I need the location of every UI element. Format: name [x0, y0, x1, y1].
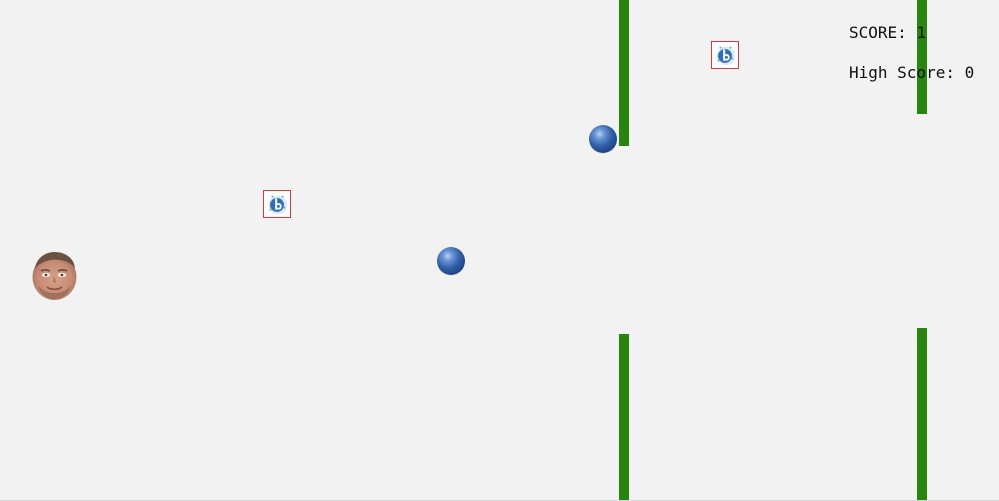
- ib-logo-icon: [263, 190, 291, 218]
- score-display: SCORE: 1: [849, 23, 927, 42]
- blue-sphere-icon: [589, 125, 617, 153]
- pipe-bottom-2: [917, 328, 927, 501]
- player-face-icon[interactable]: [30, 250, 79, 301]
- ib-logo-icon: [711, 41, 739, 69]
- pipe-bottom-1: [619, 334, 629, 501]
- game-canvas[interactable]: SCORE: 1 High Score: 0: [0, 0, 999, 501]
- high-score-display: High Score: 0: [849, 63, 975, 82]
- pipe-top-1: [619, 0, 629, 146]
- blue-sphere-icon: [437, 247, 465, 275]
- pipe-top-2: [917, 0, 927, 114]
